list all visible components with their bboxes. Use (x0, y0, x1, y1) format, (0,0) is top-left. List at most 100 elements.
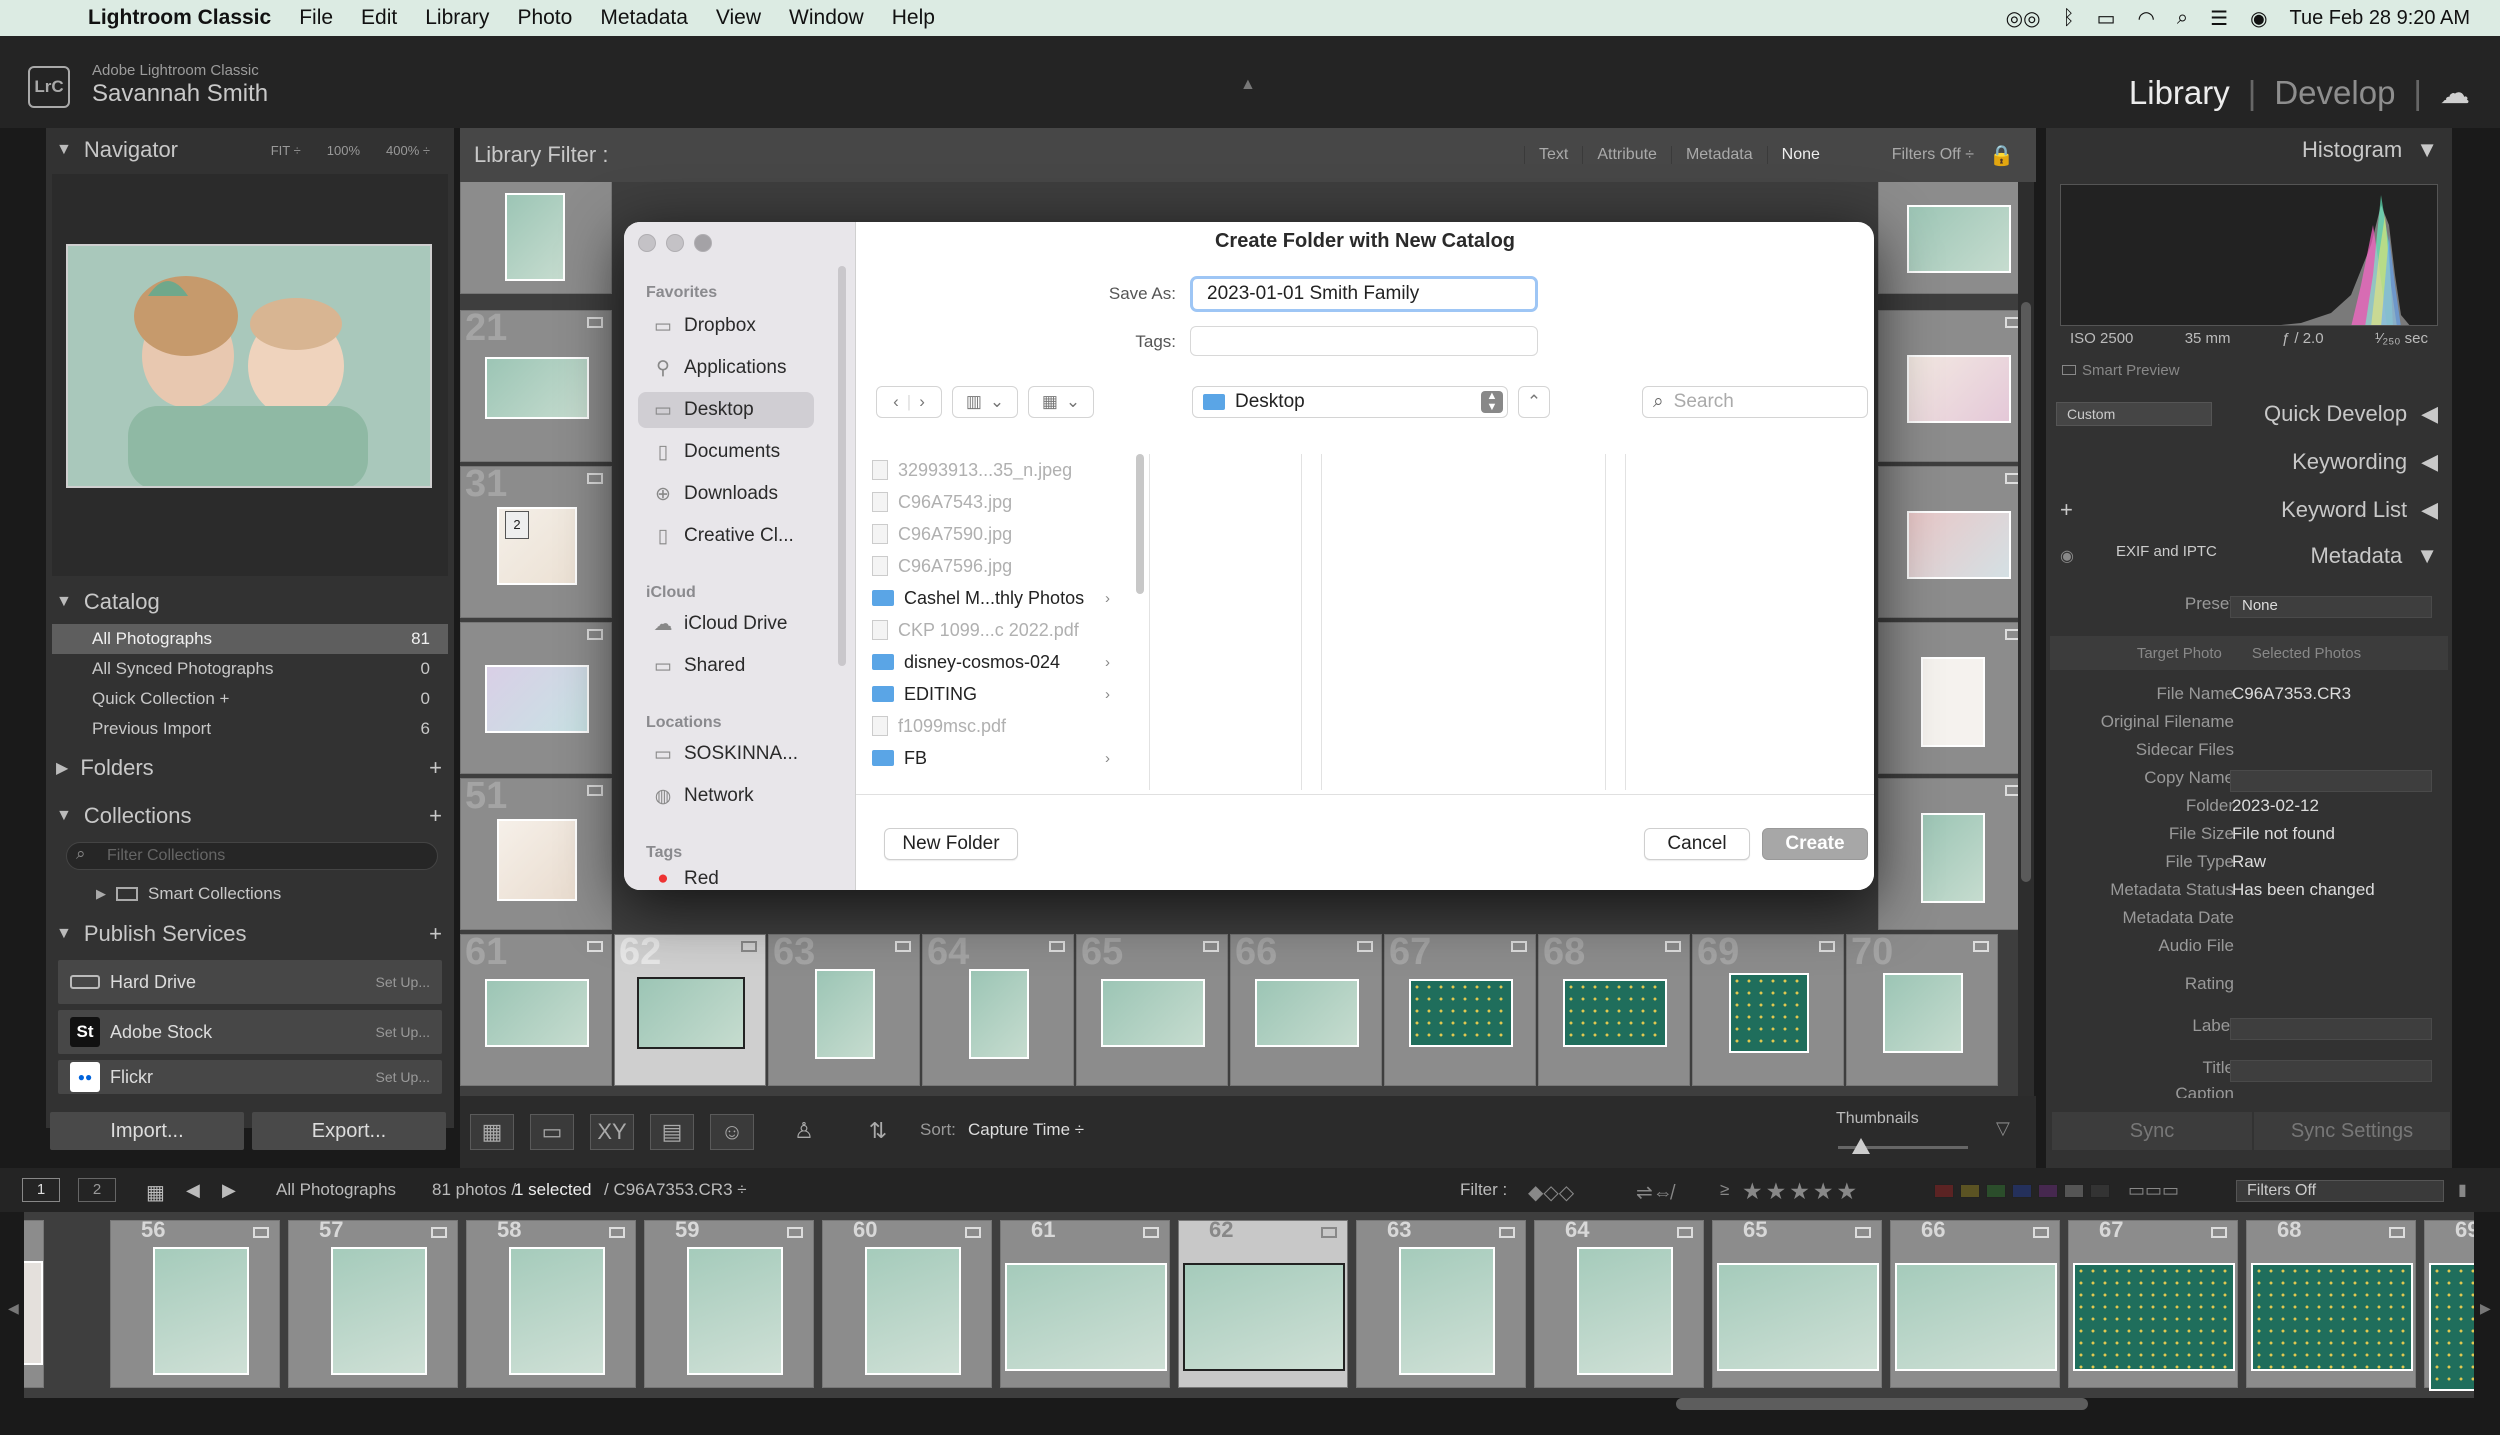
filmstrip-thumbnail[interactable] (1399, 1247, 1495, 1375)
flag-icon[interactable] (587, 941, 603, 952)
color-filter-none[interactable] (2090, 1184, 2110, 1198)
publish-adobe-stock[interactable]: St Adobe Stock Set Up... (58, 1010, 442, 1054)
import-button[interactable]: Import... (50, 1112, 244, 1150)
grid-cell[interactable]: 67 (1384, 931, 1536, 1086)
filmstrip-thumbnail[interactable] (2429, 1263, 2474, 1391)
filmstrip-cell[interactable]: 56 (110, 1217, 280, 1388)
flag-icon[interactable] (1819, 941, 1835, 952)
filmstrip-cell[interactable]: 57 (288, 1217, 458, 1388)
smart-preview-status[interactable]: Smart Preview (2062, 362, 2180, 379)
filter-collections-input[interactable]: Filter Collections (66, 842, 438, 870)
filmstrip-cell[interactable] (24, 1220, 44, 1388)
expand-dialog-button[interactable]: ⌃ (1518, 386, 1550, 418)
wifi-icon[interactable]: ◠ (2137, 6, 2154, 31)
add-keyword-icon[interactable]: + (2060, 497, 2073, 523)
filter-tab-text[interactable]: Text (1524, 146, 1582, 164)
grid-thumbnail[interactable] (497, 819, 577, 901)
menu-edit[interactable]: Edit (347, 6, 411, 30)
grid-thumbnail[interactable] (485, 665, 589, 733)
menu-file[interactable]: File (285, 6, 347, 30)
collapse-top-panel-icon[interactable]: ▲ (1240, 76, 1256, 94)
target-photo-option[interactable]: Target Photo (2137, 645, 2222, 662)
grid-cell[interactable]: 61 (460, 931, 612, 1086)
grid-cell[interactable] (1878, 622, 2020, 774)
flag-icon[interactable] (1357, 941, 1373, 952)
filmstrip-scroll-left-icon[interactable]: ◀ (8, 1300, 19, 1317)
back-icon[interactable]: ‹ (893, 392, 899, 412)
save-as-input[interactable]: 2023-01-01 Smith Family (1190, 276, 1538, 312)
rating-operator-icon[interactable]: ≥ (1720, 1180, 1729, 1200)
filmstrip-thumbnail[interactable] (687, 1247, 783, 1375)
color-filter-blue[interactable] (2012, 1184, 2032, 1198)
grid-cell[interactable]: 64 (922, 931, 1074, 1086)
setup-link[interactable]: Set Up... (376, 1024, 430, 1040)
file-item[interactable]: C96A7543.jpg (872, 486, 1132, 518)
grid-thumbnail[interactable] (1563, 979, 1667, 1047)
grid-view-icon[interactable]: ▦ (146, 1180, 165, 1205)
setup-link[interactable]: Set Up... (376, 1069, 430, 1085)
flag-icon[interactable] (587, 317, 603, 328)
filmstrip-cell[interactable]: 68 (2246, 1217, 2416, 1388)
flag-icon[interactable] (787, 1227, 803, 1238)
filmstrip-thumbnail[interactable] (331, 1247, 427, 1375)
new-folder-button[interactable]: New Folder (884, 828, 1018, 860)
grid-cell[interactable]: 31 2 (460, 463, 612, 618)
sidebar-item-documents[interactable]: ▯ Documents (638, 434, 814, 470)
sidebar-item-network[interactable]: ◍ Network (638, 778, 814, 814)
sidebar-item-dropbox[interactable]: ▭ Dropbox (638, 308, 814, 344)
filmstrip-cell[interactable]: 67 (2068, 1217, 2238, 1388)
cancel-button[interactable]: Cancel (1644, 828, 1750, 860)
grid-cell[interactable] (460, 182, 612, 294)
grid-thumbnail[interactable] (1729, 973, 1809, 1053)
filmstrip-source[interactable]: All Photographs (276, 1180, 396, 1200)
publish-flickr[interactable]: ●● Flickr Set Up... (58, 1060, 442, 1094)
filmstrip-cell[interactable]: 69 (2424, 1217, 2474, 1391)
close-window-button[interactable] (638, 234, 656, 252)
back-arrow-icon[interactable]: ◀ (186, 1180, 200, 1201)
color-filter-red[interactable] (1934, 1184, 1954, 1198)
filmstrip-thumbnail[interactable] (1895, 1263, 2057, 1371)
flag-icon[interactable] (1665, 941, 1681, 952)
file-item[interactable]: CKP 1099...c 2022.pdf (872, 614, 1132, 646)
zoom-100[interactable]: 100% (327, 143, 360, 158)
flag-icon[interactable] (1855, 1227, 1871, 1238)
keyword-list-header[interactable]: + Keyword List ◀ (2046, 488, 2452, 532)
grid-thumbnail[interactable] (1921, 813, 1985, 903)
filmstrip-thumbnail[interactable] (1577, 1247, 1673, 1375)
filter-presets-select[interactable]: Filters Off ÷ (1892, 146, 1974, 164)
compare-view-icon[interactable]: XY (590, 1114, 634, 1150)
grid-cell[interactable]: 68 (1538, 931, 1690, 1086)
zoom-fit[interactable]: FIT ÷ (271, 143, 301, 158)
filter-tab-metadata[interactable]: Metadata (1670, 146, 1767, 164)
catalog-item-all-synced[interactable]: All Synced Photographs 0 (52, 654, 448, 684)
sync-settings-button[interactable]: Sync Settings (2254, 1112, 2450, 1150)
menu-window[interactable]: Window (775, 6, 878, 30)
file-item[interactable]: C96A7590.jpg (872, 518, 1132, 550)
histogram-header[interactable]: Histogram ▼ (2046, 128, 2452, 172)
catalog-item-quick-collection[interactable]: Quick Collection + 0 (52, 684, 448, 714)
forward-arrow-icon[interactable]: ▶ (222, 1180, 236, 1201)
metadata-set-select[interactable]: EXIF and IPTC (2056, 540, 2266, 564)
filmstrip-cell[interactable]: 61 (1000, 1217, 1170, 1388)
grid-thumbnail[interactable] (1883, 973, 1963, 1053)
filmstrip-scrollbar[interactable] (1676, 1398, 2088, 1410)
menu-app-name[interactable]: Lightroom Classic (74, 6, 285, 30)
sidebar-scrollbar[interactable] (838, 266, 846, 666)
flag-filter-icons[interactable]: ◆◇◇ (1528, 1180, 1574, 1205)
grid-view-icon[interactable]: ▦ (470, 1114, 514, 1150)
sort-select[interactable]: Capture Time ÷ (968, 1120, 1084, 1140)
grid-cell[interactable]: 51 (460, 775, 612, 930)
filmstrip-thumbnail[interactable] (24, 1261, 43, 1365)
flag-icon[interactable] (1677, 1227, 1693, 1238)
cloud-icon[interactable]: ☁ (2440, 76, 2470, 111)
group-by-select[interactable]: ▦ ⌄ (1028, 386, 1094, 418)
rating-filter-stars[interactable]: ★★★★★ (1742, 1178, 1860, 1205)
flag-icon[interactable] (1321, 1227, 1337, 1238)
sync-button[interactable]: Sync (2052, 1112, 2252, 1150)
file-browser-column-3[interactable] (1322, 454, 1606, 790)
label-input[interactable] (2230, 1018, 2432, 1040)
sidebar-item-soskinna[interactable]: ▭ SOSKINNA... (638, 736, 814, 772)
flag-icon[interactable] (1511, 941, 1527, 952)
filmstrip-cell[interactable]: 60 (822, 1217, 992, 1388)
flag-icon[interactable] (587, 473, 603, 484)
